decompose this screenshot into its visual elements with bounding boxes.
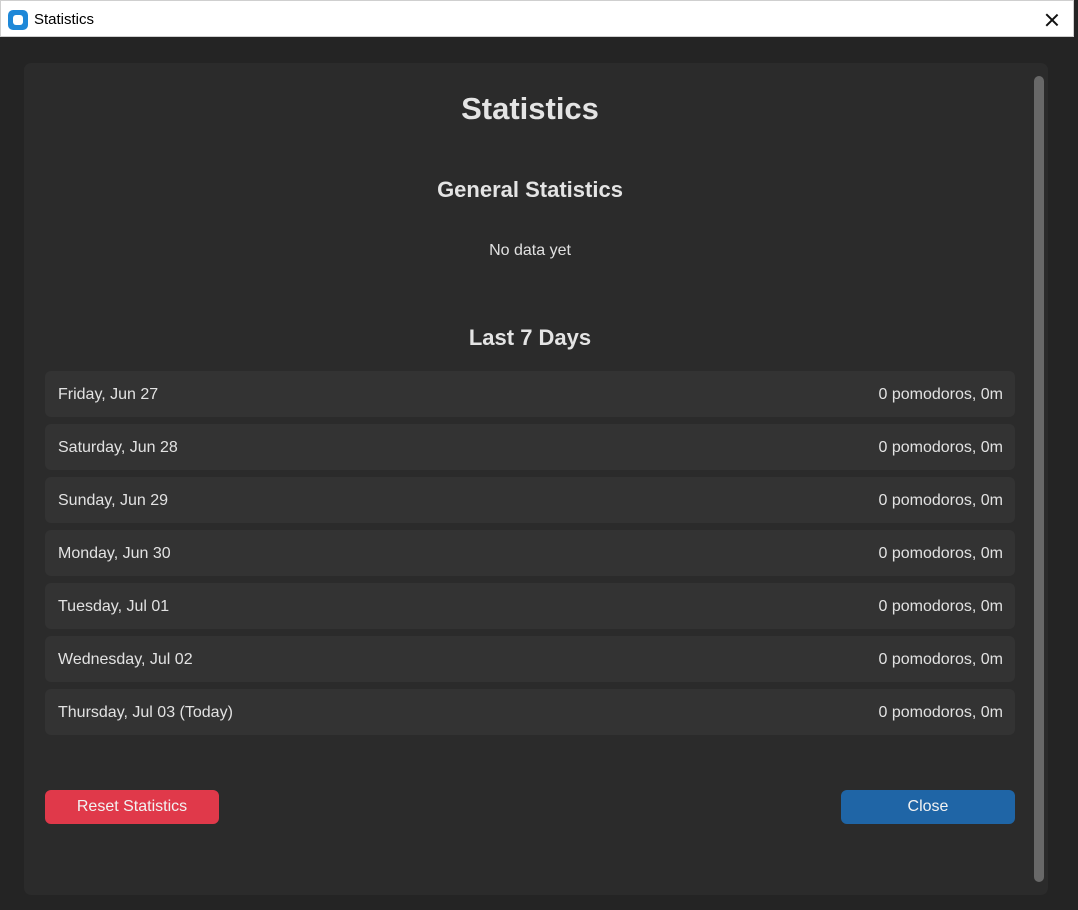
close-icon[interactable] [1039,7,1065,33]
day-row: Friday, Jun 27 0 pomodoros, 0m [45,371,1015,417]
day-row: Tuesday, Jul 01 0 pomodoros, 0m [45,583,1015,629]
close-button[interactable]: Close [841,790,1015,824]
day-value: 0 pomodoros, 0m [878,439,1003,456]
day-label: Wednesday, Jul 02 [58,651,193,668]
last-7-days-heading: Last 7 Days [468,325,592,350]
day-value: 0 pomodoros, 0m [878,598,1003,615]
day-label: Tuesday, Jul 01 [58,598,170,615]
day-value: 0 pomodoros, 0m [878,545,1003,562]
day-row: Thursday, Jul 03 (Today) 0 pomodoros, 0m [45,689,1015,735]
day-label: Friday, Jun 27 [58,386,159,403]
day-label: Sunday, Jun 29 [58,492,169,509]
day-row: Wednesday, Jul 02 0 pomodoros, 0m [45,636,1015,682]
window-titlebar: Statistics [0,0,1074,37]
general-statistics-heading: General Statistics [437,177,623,202]
day-value: 0 pomodoros, 0m [878,704,1003,721]
day-value: 0 pomodoros, 0m [878,492,1003,509]
day-row: Sunday, Jun 29 0 pomodoros, 0m [45,477,1015,523]
day-label: Monday, Jun 30 [58,545,171,562]
day-label: Saturday, Jun 28 [58,439,178,456]
general-statistics-text: No data yet [489,242,571,259]
window-title: Statistics [34,11,95,28]
day-row: Saturday, Jun 28 0 pomodoros, 0m [45,424,1015,470]
reset-statistics-button[interactable]: Reset Statistics [45,790,219,824]
day-row: Monday, Jun 30 0 pomodoros, 0m [45,530,1015,576]
day-value: 0 pomodoros, 0m [878,386,1003,403]
day-label: Thursday, Jul 03 (Today) [58,704,233,721]
app-icon [8,10,28,30]
day-value: 0 pomodoros, 0m [878,651,1003,668]
page-title: Statistics [461,91,599,126]
